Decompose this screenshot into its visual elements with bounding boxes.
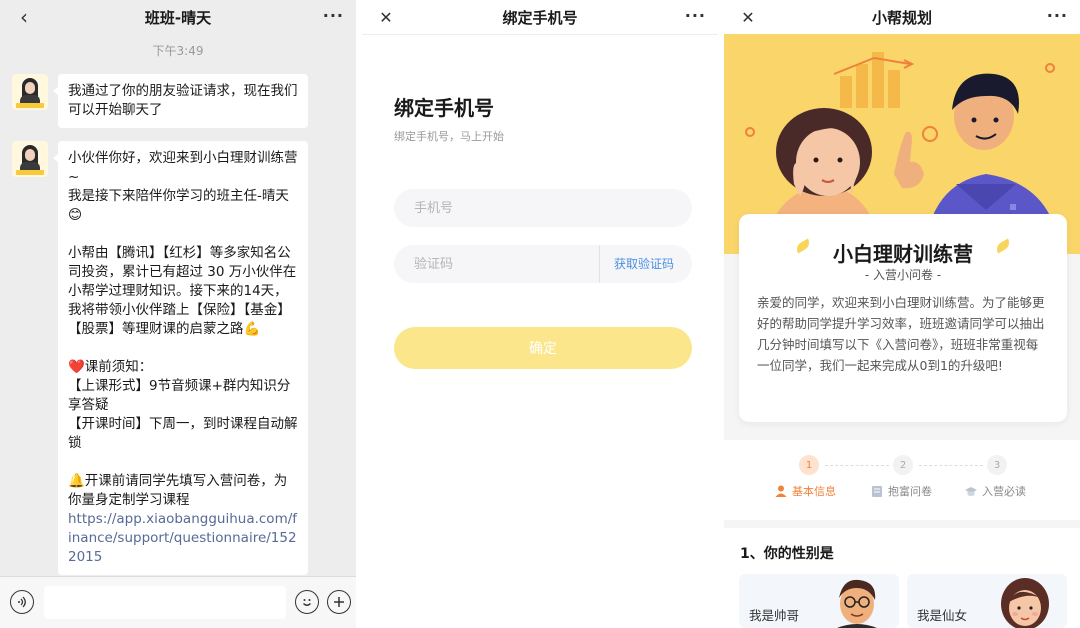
step-number: 2	[893, 455, 913, 475]
code-field[interactable]: 获取验证码	[394, 245, 692, 283]
voice-icon[interactable]	[10, 590, 34, 614]
questionnaire-link[interactable]: https://app.xiaobangguihua.com/finance/s…	[68, 510, 298, 567]
chat-input-bar	[0, 576, 356, 628]
question-title: 1、你的性别是	[740, 546, 834, 562]
page-title: 绑定手机号	[394, 96, 494, 120]
plus-icon[interactable]	[327, 590, 351, 614]
option-label: 我是仙女	[917, 608, 968, 623]
message-text: 小伙伴你好，欢迎来到小白理财训练营~	[68, 150, 298, 185]
intro-card: 小白理财训练营 - 入营小问卷 - 亲爱的同学，欢迎来到小白理财训练营。为了能够…	[739, 214, 1067, 422]
get-code-button[interactable]: 获取验证码	[598, 245, 674, 283]
avatar[interactable]	[12, 141, 48, 177]
chat-header: ‹ 班班-晴天 ···	[0, 0, 356, 34]
question-gender: 1、你的性别是 我是帅哥 我是仙女	[724, 528, 1080, 628]
step-number: 1	[799, 455, 819, 475]
survey-header: ✕ 小帮规划 ···	[724, 0, 1080, 34]
chat-message: 小伙伴你好，欢迎来到小白理财训练营~ 我是接下来陪伴你学习的班主任-晴天😊 小帮…	[12, 141, 308, 575]
message-text: 我是接下来陪伴你学习的班主任-晴天😊	[68, 188, 289, 223]
graduation-cap-icon	[965, 487, 977, 496]
option-male[interactable]: 我是帅哥	[739, 574, 899, 628]
survey-panel: ✕ 小帮规划 ··· 小白理财训练营 - 入营小问卷 - 亲爱的同学，欢迎来到小…	[724, 0, 1080, 628]
step-wealth-survey: 抱富问卷	[870, 483, 932, 499]
progress-steps: 1 2 3 基本信息 抱富问卷 入营必读	[724, 440, 1080, 520]
chat-title: 班班-晴天	[144, 8, 212, 27]
message-text: 🔔开课前请同学先填写入营问卷，为你量身定制学习课程	[68, 473, 288, 508]
more-icon[interactable]: ···	[685, 6, 706, 25]
message-text: 小帮由【腾讯】【红杉】等多家知名公司投资，累计已有超过 30 万小伙伴在小帮学过…	[68, 245, 297, 337]
card-title: 小白理财训练营	[833, 242, 973, 266]
bind-phone-panel: ✕ 绑定手机号 ··· 绑定手机号 绑定手机号，马上开始 获取验证码 确定	[362, 0, 718, 628]
bind-header: ✕ 绑定手机号 ···	[362, 0, 718, 34]
close-icon[interactable]: ✕	[736, 4, 760, 30]
message-bubble[interactable]: 我通过了你的朋友验证请求，现在我们可以开始聊天了	[53, 74, 308, 128]
avatar[interactable]	[12, 74, 48, 110]
message-bubble[interactable]: 小伙伴你好，欢迎来到小白理财训练营~ 我是接下来陪伴你学习的班主任-晴天😊 小帮…	[53, 141, 308, 575]
more-icon[interactable]: ···	[323, 6, 344, 25]
phone-field[interactable]	[394, 189, 692, 227]
chat-panel: ‹ 班班-晴天 ··· 下午3:49 我通过了你的朋友验证请求，现在我们可以开始…	[0, 0, 356, 628]
message-text: 我通过了你的朋友验证请求，现在我们可以开始聊天了	[68, 83, 298, 118]
document-icon	[872, 486, 882, 497]
code-input[interactable]	[414, 245, 594, 283]
confirm-button[interactable]: 确定	[394, 327, 692, 369]
message-text: 【上课形式】9节音频课+群内知识分享答疑	[68, 378, 291, 413]
message-text: ❤️课前须知：	[68, 359, 153, 375]
close-icon[interactable]: ✕	[374, 4, 398, 30]
step-basic-info: 基本信息	[774, 483, 836, 499]
message-text: 【开课时间】下周一，到时课程自动解锁	[68, 416, 298, 451]
more-icon[interactable]: ···	[1047, 6, 1068, 25]
page-subtitle: 绑定手机号，马上开始	[394, 130, 504, 143]
survey-nav-title: 小帮规划	[871, 8, 932, 27]
phone-input[interactable]	[414, 189, 594, 227]
card-subtitle: - 入营小问卷 -	[864, 268, 942, 282]
step-number: 3	[987, 455, 1007, 475]
step-must-read: 入营必读	[964, 483, 1026, 499]
bind-nav-title: 绑定手机号	[502, 8, 578, 27]
emoji-icon[interactable]	[295, 590, 319, 614]
option-label: 我是帅哥	[749, 608, 800, 623]
message-input[interactable]	[44, 586, 286, 619]
chat-timestamp: 下午3:49	[152, 44, 204, 58]
person-icon	[775, 485, 787, 497]
option-female[interactable]: 我是仙女	[907, 574, 1067, 628]
card-body: 亲爱的同学，欢迎来到小白理财训练营。为了能够更好的帮助同学提升学习效率，班班邀请…	[757, 295, 1045, 373]
back-icon[interactable]: ‹	[12, 4, 36, 30]
chat-message: 我通过了你的朋友验证请求，现在我们可以开始聊天了	[12, 74, 308, 128]
